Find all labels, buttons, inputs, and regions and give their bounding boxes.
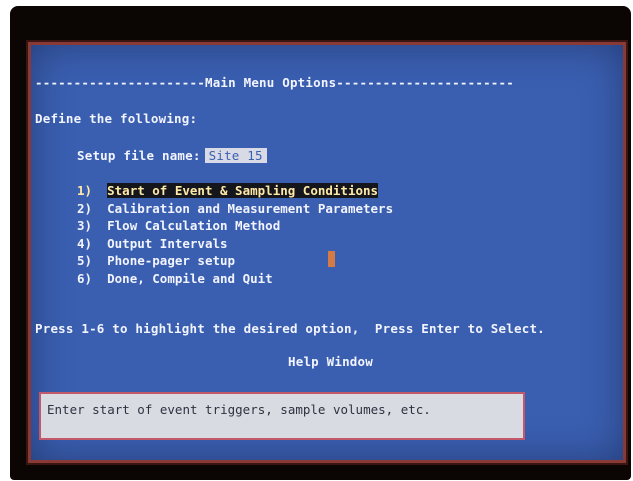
menu-item-done-compile-quit[interactable]: 6) Done, Compile and Quit [77, 270, 393, 288]
setup-file-input[interactable]: Site 15 [204, 148, 267, 163]
text-cursor [328, 251, 335, 267]
menu-item-label: Done, Compile and Quit [107, 270, 273, 286]
menu-item-flow-calculation[interactable]: 3) Flow Calculation Method [77, 217, 393, 235]
terminal-screen: ----------------------Main Menu Options-… [28, 42, 626, 463]
menu-item-label: Phone-pager setup [107, 253, 236, 268]
menu-item-label: Start of Event & Sampling Conditions [107, 183, 379, 198]
menu-item-number: 3) [77, 218, 93, 233]
menu-item-label: Calibration and Measurement Parameters [107, 200, 394, 216]
menu-item-label: Flow Calculation Method [107, 218, 281, 233]
help-window-text: Enter start of event triggers, sample vo… [47, 402, 431, 417]
menu-item-number: 6) [77, 270, 93, 286]
menu-item-output-intervals[interactable]: 4) Output Intervals [77, 235, 393, 253]
setup-file-label: Setup file name: [77, 148, 201, 163]
setup-file-row: Setup file name: Site 15 [77, 148, 267, 163]
menu-item-label: Output Intervals [107, 235, 228, 251]
main-menu: 1) Start of Event & Sampling Conditions … [77, 182, 393, 287]
help-window-title: Help Window [288, 354, 373, 369]
help-window: Enter start of event triggers, sample vo… [39, 392, 525, 440]
menu-item-number: 4) [77, 235, 93, 251]
define-label: Define the following: [35, 111, 198, 126]
menu-item-number: 1) [77, 183, 93, 198]
menu-item-calibration[interactable]: 2) Calibration and Measurement Parameter… [77, 200, 393, 218]
instructions-text: Press 1-6 to highlight the desired optio… [35, 321, 545, 336]
menu-item-start-of-event[interactable]: 1) Start of Event & Sampling Conditions [77, 182, 393, 200]
menu-title: ----------------------Main Menu Options-… [35, 75, 514, 90]
menu-item-number: 2) [77, 200, 93, 216]
menu-item-number: 5) [77, 253, 93, 268]
menu-item-phone-pager[interactable]: 5) Phone-pager setup [77, 252, 393, 270]
